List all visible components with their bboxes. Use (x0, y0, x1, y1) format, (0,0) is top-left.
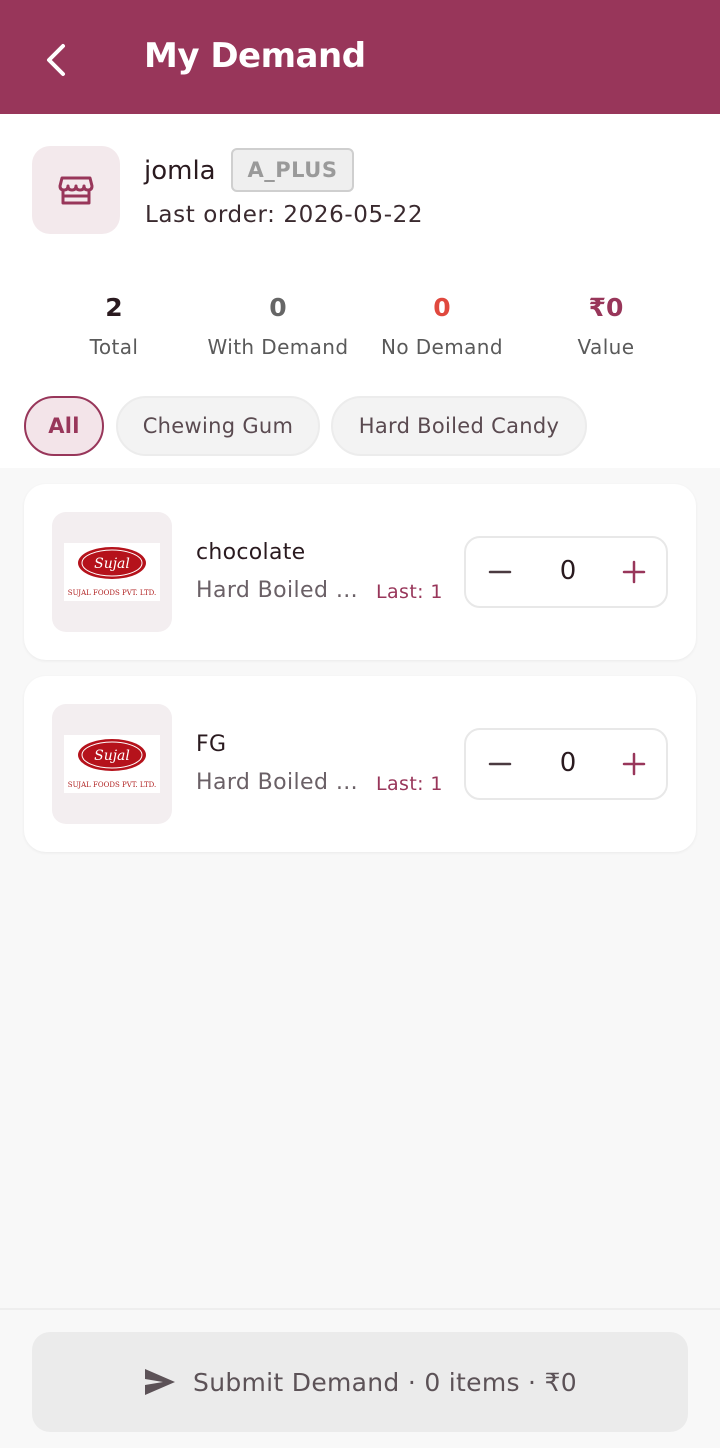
product-category: Hard Boiled … (196, 578, 359, 603)
stat-value: 0 (269, 293, 287, 322)
app-bar: My Demand (0, 0, 720, 114)
retailer-name: jomla (144, 156, 216, 186)
send-icon (145, 1369, 176, 1395)
sujal-logo: Sujal SUJAL FOODS PVT. LTD. (64, 735, 160, 793)
stat-value-total: ₹0 Value (516, 292, 696, 359)
product-category: Hard Boiled … (196, 770, 359, 795)
submit-label: Submit Demand · 0 items · ₹0 (193, 1367, 577, 1397)
page-title: My Demand (144, 36, 366, 76)
back-button[interactable] (30, 34, 82, 86)
increment-button[interactable] (612, 742, 656, 786)
bottom-action-bar: Submit Demand · 0 items · ₹0 (0, 1308, 720, 1448)
svg-text:Sujal: Sujal (94, 556, 130, 572)
increment-button[interactable] (612, 550, 656, 594)
quantity-value[interactable]: 0 (536, 748, 600, 778)
stat-label: Value (577, 335, 635, 359)
product-name: FG (196, 732, 227, 757)
last-order-qty: Last: 1 (376, 773, 443, 795)
decrement-button[interactable] (478, 550, 522, 594)
filter-chip-chewing-gum[interactable]: Chewing Gum (116, 396, 320, 456)
chevron-left-icon (47, 44, 65, 76)
product-image: Sujal SUJAL FOODS PVT. LTD. (52, 512, 172, 632)
quantity-stepper: 0 (464, 728, 668, 800)
stat-value: 0 (433, 293, 451, 322)
last-order-qty: Last: 1 (376, 581, 443, 603)
retailer-summary: jomla A_PLUS Last order: 2026-05-22 2 To… (0, 114, 720, 468)
stat-label: No Demand (381, 335, 503, 359)
decrement-button[interactable] (478, 742, 522, 786)
sujal-logo: Sujal SUJAL FOODS PVT. LTD. (64, 543, 160, 601)
tier-badge: A_PLUS (231, 148, 354, 192)
storefront-icon (58, 176, 94, 205)
product-name: chocolate (196, 540, 306, 565)
svg-text:Sujal: Sujal (94, 748, 130, 764)
store-avatar (32, 146, 120, 234)
minus-icon (488, 762, 512, 766)
stat-with-demand: 0 With Demand (188, 292, 368, 359)
stat-value: 2 (105, 293, 123, 322)
logo-caption: SUJAL FOODS PVT. LTD. (67, 589, 157, 597)
plus-icon (622, 560, 646, 584)
product-card: Sujal SUJAL FOODS PVT. LTD. FG Hard Boil… (24, 676, 696, 852)
stat-total: 2 Total (24, 292, 204, 359)
logo-caption: SUJAL FOODS PVT. LTD. (67, 781, 157, 789)
minus-icon (488, 570, 512, 574)
plus-icon (622, 752, 646, 776)
last-order-date: Last order: 2026-05-22 (145, 202, 424, 228)
product-card: Sujal SUJAL FOODS PVT. LTD. chocolate Ha… (24, 484, 696, 660)
submit-demand-button[interactable]: Submit Demand · 0 items · ₹0 (32, 1332, 688, 1432)
stat-no-demand: 0 No Demand (352, 292, 532, 359)
stat-label: With Demand (207, 335, 349, 359)
quantity-value[interactable]: 0 (536, 556, 600, 586)
quantity-stepper: 0 (464, 536, 668, 608)
stat-label: Total (89, 335, 139, 359)
filter-chip-hard-boiled-candy[interactable]: Hard Boiled Candy (331, 396, 587, 456)
product-image: Sujal SUJAL FOODS PVT. LTD. (52, 704, 172, 824)
filter-chip-all[interactable]: All (24, 396, 104, 456)
stat-value: ₹0 (588, 293, 624, 322)
